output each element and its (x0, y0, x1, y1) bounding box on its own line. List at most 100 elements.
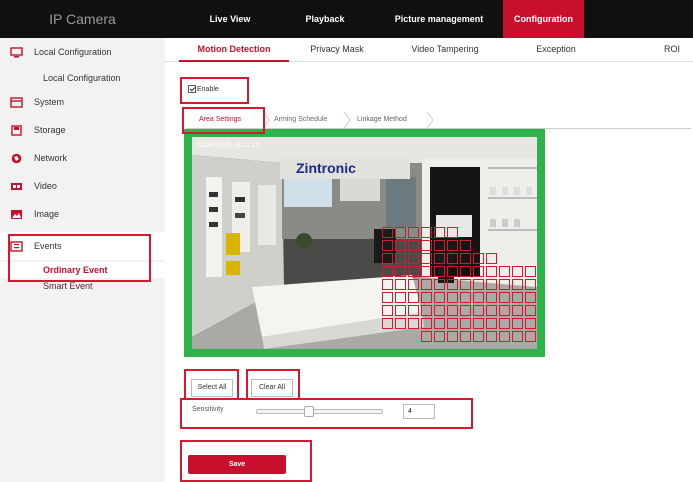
select-all-button[interactable]: Select All (191, 379, 233, 397)
motion-grid-cell[interactable] (499, 279, 510, 290)
motion-grid-cell[interactable] (395, 279, 406, 290)
motion-grid-cell[interactable] (434, 318, 445, 329)
sidebar-item-events[interactable]: Events (0, 232, 165, 260)
motion-grid-cell[interactable] (408, 227, 419, 238)
motion-grid-cell[interactable] (486, 279, 497, 290)
clear-all-button[interactable]: Clear All (251, 379, 293, 397)
motion-grid-cell[interactable] (486, 305, 497, 316)
motion-grid-cell[interactable] (382, 292, 393, 303)
sensitivity-slider[interactable] (256, 406, 383, 417)
motion-grid-cell[interactable] (408, 266, 419, 277)
motion-grid-cell[interactable] (395, 292, 406, 303)
nav-tab-playback[interactable]: Playback (294, 0, 356, 38)
motion-grid-cell[interactable] (421, 318, 432, 329)
checkbox-checked-icon[interactable] (188, 85, 196, 93)
save-button[interactable]: Save (188, 455, 286, 474)
motion-grid-cell[interactable] (395, 227, 406, 238)
motion-grid-cell[interactable] (473, 318, 484, 329)
motion-grid-cell[interactable] (421, 305, 432, 316)
motion-grid-cell[interactable] (395, 305, 406, 316)
sidebar-subitem-ordinary-event[interactable]: Ordinary Event (0, 262, 165, 278)
sidebar-subitem-local-configuration[interactable]: Local Configuration (0, 70, 165, 86)
motion-grid-cell[interactable] (447, 292, 458, 303)
motion-grid-cell[interactable] (460, 279, 471, 290)
sidebar-item-video[interactable]: Video (0, 172, 165, 200)
sidebar-item-storage[interactable]: Storage (0, 116, 165, 144)
motion-grid-cell[interactable] (447, 240, 458, 251)
motion-grid-cell[interactable] (512, 266, 523, 277)
motion-grid-cell[interactable] (473, 253, 484, 264)
motion-grid-cell[interactable] (460, 253, 471, 264)
motion-grid-cell[interactable] (447, 279, 458, 290)
motion-grid-cell[interactable] (434, 227, 445, 238)
motion-grid-cell[interactable] (525, 266, 536, 277)
motion-grid-cell[interactable] (421, 253, 432, 264)
motion-grid-cell[interactable] (486, 331, 497, 342)
motion-grid-cell[interactable] (525, 331, 536, 342)
motion-grid-cell[interactable] (447, 227, 458, 238)
motion-grid-cell[interactable] (499, 305, 510, 316)
motion-grid-cell[interactable] (434, 305, 445, 316)
motion-grid-cell[interactable] (421, 331, 432, 342)
motion-grid-cell[interactable] (408, 305, 419, 316)
motion-grid-cell[interactable] (421, 240, 432, 251)
motion-grid-cell[interactable] (434, 292, 445, 303)
motion-grid-cell[interactable] (460, 331, 471, 342)
motion-grid-cell[interactable] (421, 292, 432, 303)
motion-grid-cell[interactable] (395, 318, 406, 329)
motion-grid-cell[interactable] (512, 279, 523, 290)
motion-grid-cell[interactable] (525, 305, 536, 316)
motion-grid-cell[interactable] (486, 292, 497, 303)
motion-grid-cell[interactable] (434, 240, 445, 251)
nav-tab-configuration[interactable]: Configuration (503, 0, 584, 38)
motion-grid-cell[interactable] (512, 305, 523, 316)
motion-detection-grid[interactable] (192, 137, 537, 349)
motion-grid-cell[interactable] (382, 240, 393, 251)
motion-grid-cell[interactable] (486, 266, 497, 277)
motion-grid-cell[interactable] (421, 279, 432, 290)
motion-grid-cell[interactable] (525, 279, 536, 290)
motion-grid-cell[interactable] (447, 253, 458, 264)
tab-privacy-mask[interactable]: Privacy Mask (299, 38, 375, 62)
motion-grid-cell[interactable] (473, 305, 484, 316)
motion-grid-cell[interactable] (447, 318, 458, 329)
motion-grid-cell[interactable] (460, 266, 471, 277)
step-area-settings[interactable]: Area Settings (199, 113, 241, 127)
motion-grid-cell[interactable] (408, 253, 419, 264)
motion-grid-cell[interactable] (395, 240, 406, 251)
camera-preview[interactable]: Zintronic 2016/02/05 16:11:10 (192, 137, 537, 349)
motion-grid-cell[interactable] (395, 253, 406, 264)
slider-handle[interactable] (304, 406, 314, 417)
motion-grid-cell[interactable] (499, 292, 510, 303)
motion-grid-cell[interactable] (499, 318, 510, 329)
motion-grid-cell[interactable] (382, 253, 393, 264)
motion-grid-cell[interactable] (473, 266, 484, 277)
motion-grid-cell[interactable] (525, 318, 536, 329)
sidebar-subitem-smart-event[interactable]: Smart Event (0, 278, 165, 294)
motion-grid-cell[interactable] (434, 331, 445, 342)
motion-grid-cell[interactable] (525, 292, 536, 303)
motion-grid-cell[interactable] (499, 266, 510, 277)
motion-grid-cell[interactable] (421, 227, 432, 238)
motion-grid-cell[interactable] (382, 266, 393, 277)
motion-grid-cell[interactable] (447, 266, 458, 277)
nav-tab-live-view[interactable]: Live View (194, 0, 266, 38)
tab-exception[interactable]: Exception (523, 38, 589, 62)
motion-grid-cell[interactable] (408, 240, 419, 251)
motion-grid-cell[interactable] (512, 331, 523, 342)
sidebar-item-image[interactable]: Image (0, 200, 165, 228)
sidebar-item-local-configuration[interactable]: Local Configuration (0, 38, 165, 66)
motion-grid-cell[interactable] (486, 253, 497, 264)
motion-grid-cell[interactable] (408, 318, 419, 329)
motion-grid-cell[interactable] (460, 305, 471, 316)
motion-grid-cell[interactable] (499, 331, 510, 342)
motion-grid-cell[interactable] (382, 305, 393, 316)
motion-grid-cell[interactable] (486, 318, 497, 329)
motion-grid-cell[interactable] (434, 279, 445, 290)
motion-grid-cell[interactable] (434, 266, 445, 277)
motion-grid-cell[interactable] (382, 318, 393, 329)
sidebar-item-system[interactable]: System (0, 88, 165, 116)
motion-grid-cell[interactable] (395, 266, 406, 277)
sensitivity-value-input[interactable]: 4 (403, 404, 435, 419)
step-linkage-method[interactable]: Linkage Method (357, 113, 407, 127)
